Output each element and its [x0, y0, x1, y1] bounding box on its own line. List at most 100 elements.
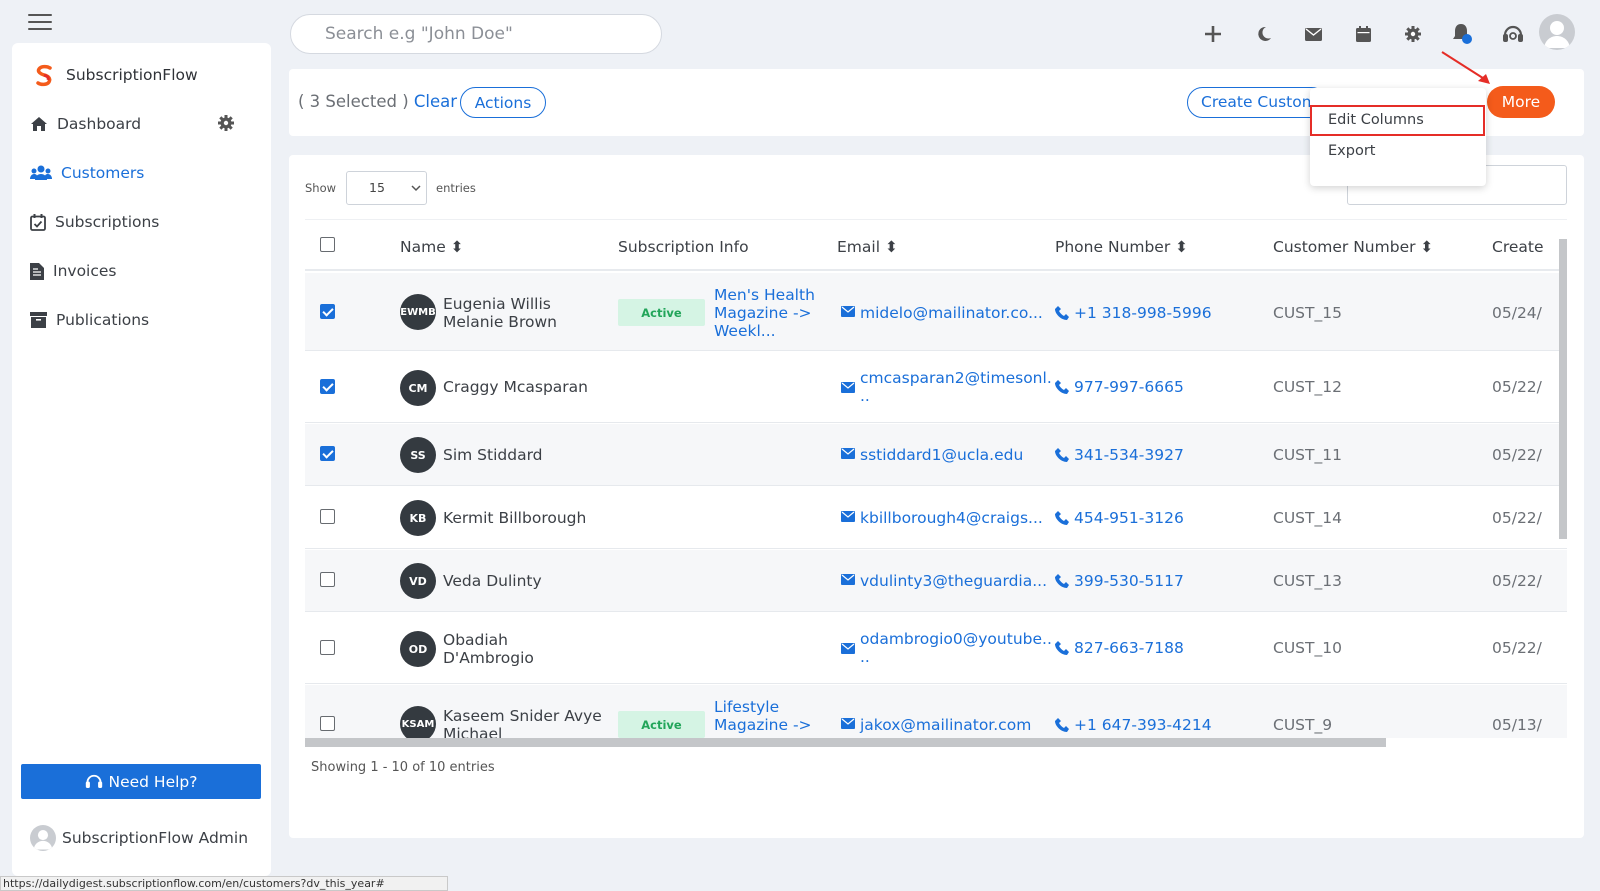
customer-name[interactable]: Obadiah D'Ambrogio [443, 631, 553, 667]
sort-icon: ⬍ [450, 238, 464, 256]
envelope-icon [841, 511, 855, 522]
entries-value: 15 [369, 180, 385, 195]
hamburger-menu-icon[interactable] [28, 14, 52, 30]
need-help-label: Need Help? [108, 772, 198, 791]
selected-count: ( 3 Selected ) [298, 92, 409, 111]
clear-selection-link[interactable]: Clear [414, 92, 457, 111]
sidebar-item-customers[interactable]: Customers [30, 164, 144, 182]
select-all-checkbox[interactable] [320, 237, 335, 252]
mail-icon[interactable] [1299, 20, 1327, 48]
row-checkbox[interactable] [320, 379, 335, 394]
bell-icon[interactable] [1449, 20, 1477, 48]
avatar: KSAM [400, 706, 436, 738]
row-checkbox[interactable] [320, 572, 335, 587]
customer-name[interactable]: Veda Dulinty [443, 572, 542, 590]
customer-name[interactable]: Craggy Mcasparan [443, 378, 588, 396]
envelope-icon [841, 643, 855, 654]
customer-number: CUST_14 [1273, 509, 1342, 527]
calendar-check-icon [30, 213, 46, 231]
row-checkbox[interactable] [320, 640, 335, 655]
menu-item-export[interactable]: Export [1328, 143, 1375, 159]
column-header-subscription-info: Subscription Info [618, 238, 749, 256]
phone-icon [1055, 718, 1069, 732]
table-row[interactable]: OD Obadiah D'Ambrogio odambrogio0@youtub… [305, 613, 1567, 684]
need-help-button[interactable]: Need Help? [21, 764, 261, 799]
selection-status: ( 3 Selected ) Clear [298, 92, 457, 111]
users-icon [30, 165, 52, 180]
phone-icon [1055, 380, 1069, 394]
customer-number: CUST_12 [1273, 378, 1342, 396]
gear-icon[interactable] [1399, 20, 1427, 48]
more-button[interactable]: More [1487, 86, 1555, 118]
user-avatar-icon[interactable] [1539, 14, 1575, 50]
envelope-icon [841, 448, 855, 459]
created-date: 05/24/ [1492, 304, 1542, 322]
sidebar-item-invoices[interactable]: Invoices [30, 262, 117, 280]
customer-number: CUST_11 [1273, 446, 1342, 464]
customer-name[interactable]: Kermit Billborough [443, 509, 586, 527]
subscription-link[interactable]: Lifestyle Magazine -> [714, 698, 819, 734]
customer-name[interactable]: Eugenia Willis Melanie Brown [443, 295, 603, 331]
calendar-icon[interactable] [1349, 20, 1377, 48]
headset-icon[interactable] [1499, 20, 1527, 48]
customer-name[interactable]: Sim Stiddard [443, 446, 543, 464]
avatar: CM [400, 370, 436, 406]
global-search-input[interactable]: Search e.g "John Doe" [290, 14, 662, 54]
table-row[interactable]: SS Sim Stiddard sstiddard1@ucla.edu 341-… [305, 424, 1567, 486]
created-date: 05/22/ [1492, 509, 1542, 527]
table-row[interactable]: VD Veda Dulinty vdulinty3@theguardia... … [305, 550, 1567, 612]
customer-number: CUST_9 [1273, 716, 1333, 734]
sidebar-item-dashboard[interactable]: Dashboard [30, 115, 141, 133]
customer-name[interactable]: Kaseem Snider Avye Michael [443, 707, 603, 738]
table-row[interactable]: KB Kermit Billborough kbillborough4@crai… [305, 487, 1567, 549]
show-label: Show [305, 181, 337, 195]
row-checkbox[interactable] [320, 304, 335, 319]
customers-table: Name ⬍ Subscription Info Email ⬍ Phone N… [305, 219, 1567, 738]
avatar: VD [400, 563, 436, 599]
row-checkbox[interactable] [320, 716, 335, 731]
avatar: SS [400, 437, 436, 473]
annotation-arrow-icon [1441, 51, 1490, 84]
column-header-created[interactable]: Create [1492, 238, 1544, 256]
moon-icon[interactable] [1250, 20, 1278, 48]
plus-icon[interactable] [1199, 20, 1227, 48]
brand[interactable]: SubscriptionFlow [32, 63, 198, 87]
status-badge: Active [618, 711, 705, 738]
envelope-icon [841, 306, 855, 317]
vertical-scrollbar[interactable] [1559, 239, 1567, 539]
phone-icon [1055, 306, 1069, 320]
actions-button[interactable]: Actions [460, 87, 546, 118]
column-header-phone-number[interactable]: Phone Number ⬍ [1055, 238, 1188, 256]
column-header-name[interactable]: Name ⬍ [400, 238, 464, 256]
column-header-customer-number[interactable]: Customer Number ⬍ [1273, 238, 1433, 256]
table-row[interactable]: KSAM Kaseem Snider Avye Michael Active L… [305, 685, 1567, 738]
envelope-icon [841, 574, 855, 585]
sidebar-item-label: Customers [61, 164, 145, 182]
customer-number: CUST_13 [1273, 572, 1342, 590]
entries-select[interactable]: 15 [346, 171, 427, 205]
row-checkbox[interactable] [320, 509, 335, 524]
dashboard-settings-gear-icon[interactable] [218, 115, 234, 135]
phone-icon [1055, 641, 1069, 655]
sidebar-item-label: Subscriptions [55, 213, 160, 231]
browser-status-url: https://dailydigest.subscriptionflow.com… [0, 876, 448, 891]
admin-name: SubscriptionFlow Admin [62, 829, 249, 847]
created-date: 05/22/ [1492, 572, 1542, 590]
entries-label: entries [436, 181, 476, 195]
chevron-down-icon [411, 185, 421, 192]
admin-profile[interactable]: SubscriptionFlow Admin [30, 825, 248, 851]
horizontal-scrollbar[interactable] [305, 738, 1386, 747]
column-header-email[interactable]: Email ⬍ [837, 238, 898, 256]
table-row[interactable]: CM Craggy Mcasparan cmcasparan2@timesonl… [305, 352, 1567, 423]
avatar: OD [400, 631, 436, 667]
table-footer-info: Showing 1 - 10 of 10 entries [311, 760, 495, 775]
row-checkbox[interactable] [320, 446, 335, 461]
create-customer-button[interactable]: Create Customer [1187, 87, 1327, 118]
sort-icon: ⬍ [1175, 238, 1189, 256]
subscription-link[interactable]: Men's Health Magazine -> Weekl... [714, 286, 819, 340]
sidebar-item-publications[interactable]: Publications [30, 311, 149, 329]
sidebar-item-label: Invoices [53, 262, 117, 280]
sidebar-item-subscriptions[interactable]: Subscriptions [30, 213, 159, 231]
admin-avatar-icon [30, 825, 56, 851]
table-row[interactable]: EWMB Eugenia Willis Melanie Brown Active… [305, 273, 1567, 351]
